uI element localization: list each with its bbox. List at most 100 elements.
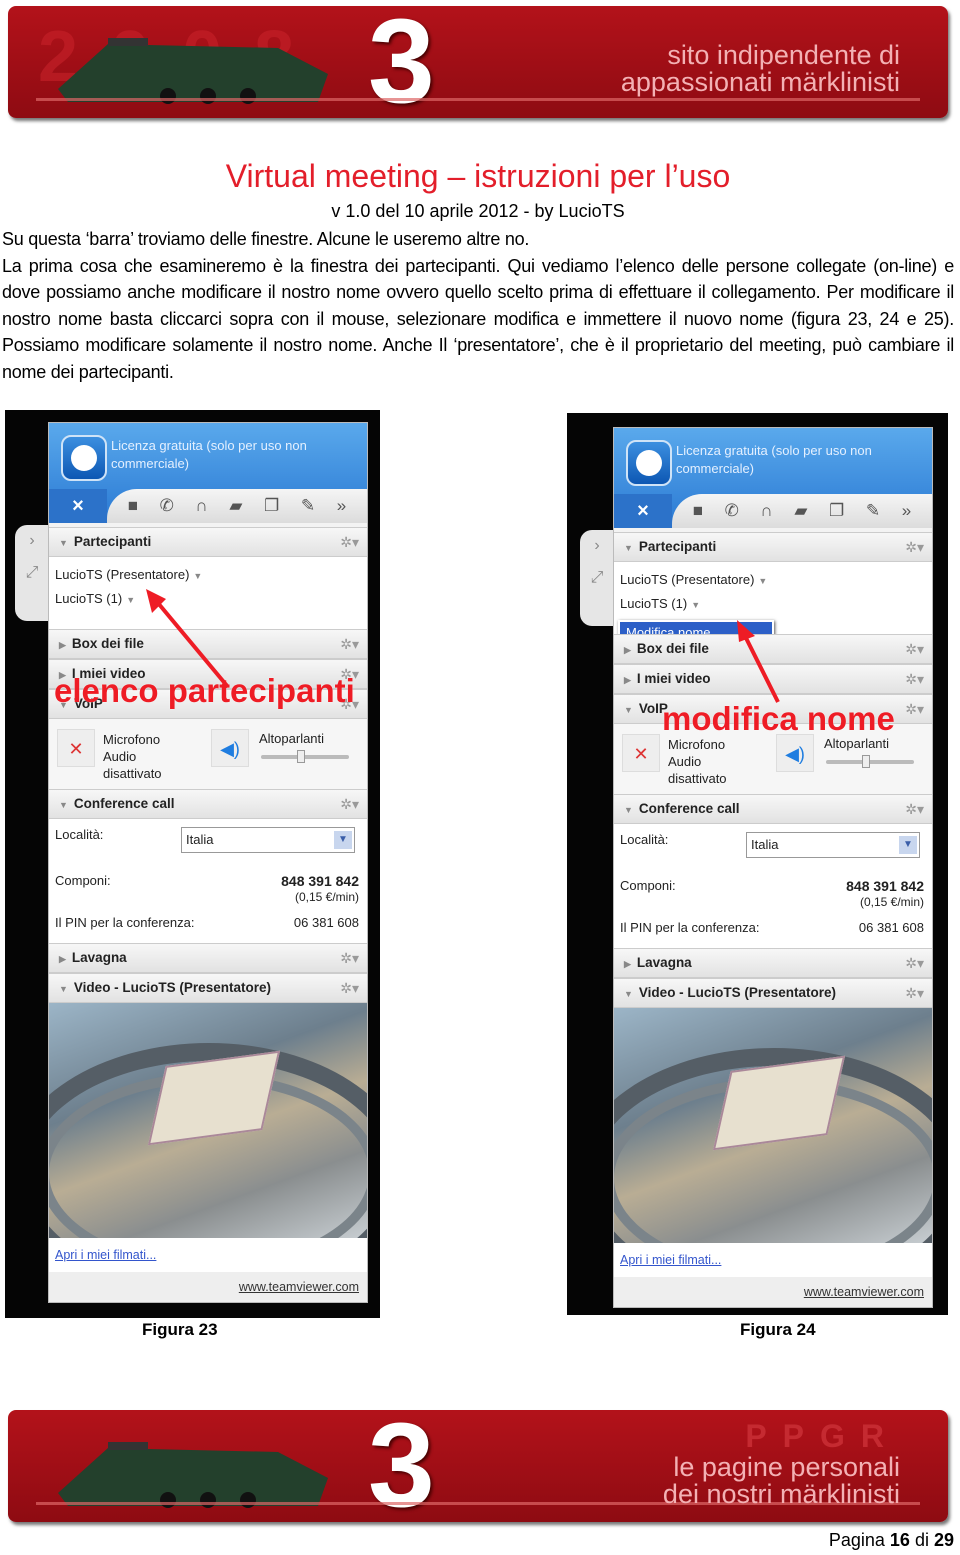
close-button[interactable]: × [614,494,672,528]
side-tab[interactable]: › ⤢ [580,530,614,626]
location-select[interactable]: Italia ▼ [746,832,920,858]
location-value: Italia [751,837,779,852]
red-arrow-icon [737,620,780,703]
gear-icon[interactable]: ✲▾ [905,795,924,823]
chat-icon[interactable]: ▰ [794,501,807,521]
panel-header: Licenza gratuita (solo per uso non comme… [49,423,367,523]
headset-icon[interactable]: ∩ [761,501,773,521]
gear-icon[interactable]: ✲▾ [905,533,924,561]
section-title: Video - LucioTS (Presentatore) [73,980,271,995]
expand-down-icon: ▼ [59,800,68,810]
pen-icon[interactable]: ✎ [301,496,315,516]
teamviewer-panel: Licenza gratuita (solo per uso non comme… [48,422,368,1303]
header-banner: 2 0 0 8 3 sito indipendente diappassiona… [8,6,948,118]
section-title: Partecipanti [73,534,152,549]
participant-item[interactable]: LucioTS (Presentatore) ▼ [614,568,932,592]
section-title: Partecipanti [638,539,717,554]
banner-tagline: le pagine personali dei nostri märklinist… [663,1454,900,1508]
chevron-right-icon[interactable]: › [15,525,49,557]
mic-label: disattivato [668,771,727,786]
section-title: Lavagna [636,955,692,970]
mic-label: Audio [103,749,137,764]
fullscreen-icon[interactable]: ⤢ [580,562,614,594]
page-current: 16 [889,1530,910,1550]
volume-slider[interactable] [261,750,349,763]
side-tab[interactable]: › ⤢ [15,525,49,621]
participant-name: LucioTS (Presentatore) [620,572,755,587]
gear-icon[interactable]: ✲▾ [340,974,359,1002]
more-icon[interactable]: » [337,496,346,516]
microphone-muted-icon[interactable]: ✕ [57,729,95,767]
teamviewer-logo-icon [626,440,672,486]
open-videos-link[interactable]: Apri i miei filmati... [614,1243,932,1277]
files-icon[interactable]: ❐ [829,501,844,521]
close-button[interactable]: × [49,489,107,523]
more-icon[interactable]: » [902,501,911,521]
section-title: I miei video [636,671,711,686]
section-conference-call[interactable]: ▼ Conference call ✲▾ [49,789,367,819]
headset-icon[interactable]: ∩ [196,496,208,516]
open-videos-link[interactable]: Apri i miei filmati... [49,1238,367,1272]
collapsed-right-icon: ▶ [59,640,66,650]
tagline-line2: appassionati märklinisti [620,67,900,97]
speakers-label: Altoparlanti [824,736,890,751]
page-prefix: Pagina [828,1530,890,1550]
speaker-icon[interactable]: ◀) [776,734,814,772]
gear-icon[interactable]: ✲▾ [340,790,359,818]
expand-down-icon: ▼ [624,805,633,815]
pen-icon[interactable]: ✎ [866,501,880,521]
participant-name: LucioTS (Presentatore) [55,567,190,582]
participant-item[interactable]: LucioTS (Presentatore) ▼ [49,563,367,587]
fullscreen-icon[interactable]: ⤢ [15,557,49,589]
gear-icon[interactable]: ✲▾ [905,665,924,693]
paragraph: La prima cosa che esamineremo è la fines… [2,255,954,382]
teamviewer-link[interactable]: www.teamviewer.com [49,1272,367,1302]
mic-status: Microfono Audio disattivato [668,736,727,787]
gear-icon[interactable]: ✲▾ [905,695,924,723]
section-video[interactable]: ▼ Video - LucioTS (Presentatore) ✲▾ [614,978,932,1008]
section-conference-call[interactable]: ▼ Conference call ✲▾ [614,794,932,824]
panel-header: Licenza gratuita (solo per uso non comme… [614,428,932,528]
mic-label: disattivato [103,766,162,781]
phone-icon[interactable]: ✆ [160,496,174,516]
teamviewer-logo-icon [61,435,107,481]
chevron-right-icon[interactable]: › [580,530,614,562]
conference-content: Località: Italia ▼ Componi: 848 391 842 (… [49,819,367,943]
dropdown-caret-icon: ▼ [691,600,701,610]
gear-icon[interactable]: ✲▾ [340,630,359,658]
location-select[interactable]: Italia ▼ [181,827,355,853]
pin-label: Il PIN per la conferenza: [620,920,760,935]
gear-icon[interactable]: ✲▾ [340,944,359,972]
section-participants[interactable]: ▼ Partecipanti ✲▾ [49,527,367,557]
section-whiteboard[interactable]: ▶ Lavagna ✲▾ [614,948,932,978]
slider-thumb[interactable] [861,755,870,768]
speaker-icon[interactable]: ◀) [211,729,249,767]
section-video[interactable]: ▼ Video - LucioTS (Presentatore) ✲▾ [49,973,367,1003]
microphone-muted-icon[interactable]: ✕ [622,734,660,772]
gear-icon[interactable]: ✲▾ [905,979,924,1007]
gear-icon[interactable]: ✲▾ [340,528,359,556]
expand-down-icon: ▼ [624,705,633,715]
phone-icon[interactable]: ✆ [725,501,739,521]
logo-3: 3 [368,1410,435,1522]
dropdown-caret-icon: ▼ [193,571,203,581]
section-participants[interactable]: ▼ Partecipanti ✲▾ [614,532,932,562]
toolbar: × ■ ✆ ∩ ▰ ❐ ✎ » [49,489,367,523]
chat-icon[interactable]: ▰ [229,496,242,516]
volume-slider[interactable] [826,755,914,768]
slider-thumb[interactable] [296,750,305,763]
video-feed-image [49,1003,367,1238]
gear-icon[interactable]: ✲▾ [905,949,924,977]
teamviewer-link[interactable]: www.teamviewer.com [614,1277,932,1307]
files-icon[interactable]: ❐ [264,496,279,516]
section-whiteboard[interactable]: ▶ Lavagna ✲▾ [49,943,367,973]
mic-label: Microfono [103,732,161,747]
voip-content: ✕ Microfono Audio disattivato ◀) Altoparla… [49,719,367,789]
participant-name: LucioTS (1) [55,591,123,606]
video-camera-icon[interactable]: ■ [128,496,138,516]
dropdown-caret-icon: ▼ [758,576,768,586]
gear-icon[interactable]: ✲▾ [905,635,924,663]
paragraph: Su questa ‘barra’ troviamo delle finestr… [2,229,530,249]
collapsed-right-icon: ▶ [624,675,631,685]
video-camera-icon[interactable]: ■ [693,501,703,521]
